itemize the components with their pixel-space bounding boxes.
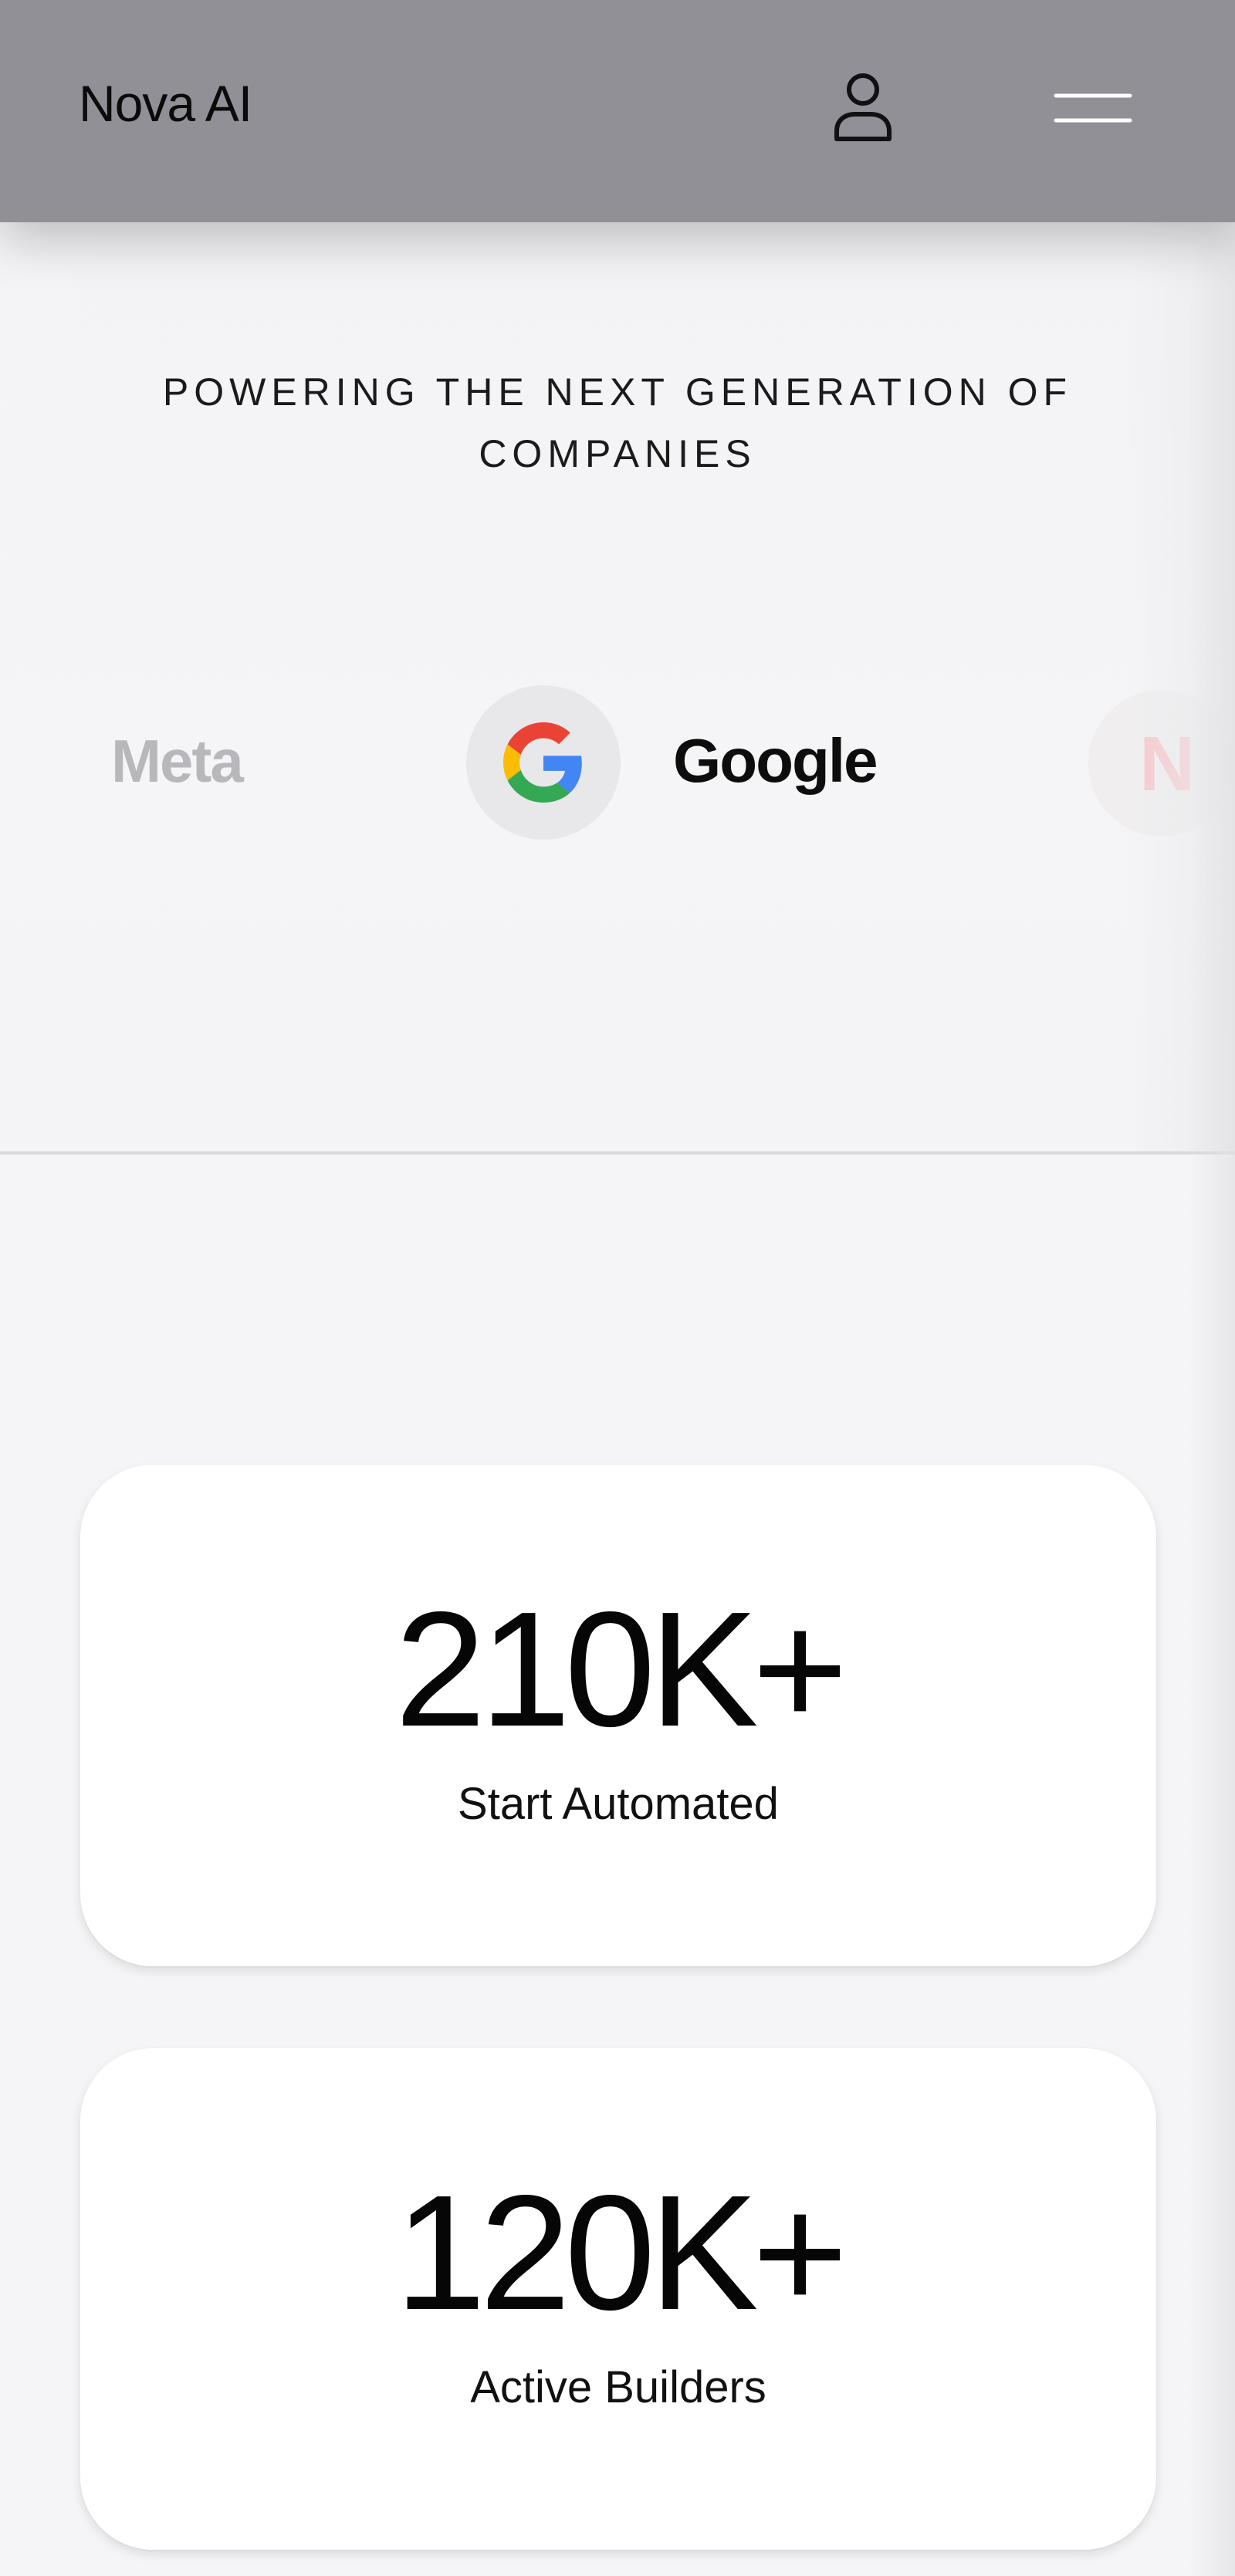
stat-card-automated: 210K+ Start Automated: [80, 1465, 1156, 1966]
stat-card-builders: 120K+ Active Builders: [80, 2048, 1156, 2550]
google-logo-badge: [466, 685, 621, 840]
carousel-fade-right: [1127, 222, 1235, 1151]
brand-logo[interactable]: Nova AI: [79, 71, 252, 136]
partial-logo-badge: N: [1088, 690, 1235, 837]
carousel-fade-left: [0, 222, 108, 1151]
stat-label: Active Builders: [470, 2362, 766, 2412]
stat-value: 210K+: [394, 1577, 848, 1760]
hamburger-menu-icon: [1054, 93, 1132, 123]
google-g-icon: [503, 722, 582, 803]
user-icon: [834, 73, 892, 141]
stat-label: Start Automated: [458, 1779, 779, 1829]
menu-button[interactable]: [1053, 86, 1133, 130]
logo-meta: Meta: [111, 727, 244, 795]
companies-heading: POWERING THE NEXT GENERATION OF COMPANIE…: [162, 370, 1073, 475]
logo-google-wordmark: Google: [673, 726, 878, 795]
stat-value: 120K+: [394, 2161, 848, 2344]
top-nav-bar: Nova AI: [0, 0, 1235, 222]
account-button[interactable]: [832, 71, 894, 142]
partial-logo-letter: N: [1139, 721, 1196, 807]
companies-section: POWERING THE NEXT GENERATION OF COMPANIE…: [0, 222, 1235, 1154]
